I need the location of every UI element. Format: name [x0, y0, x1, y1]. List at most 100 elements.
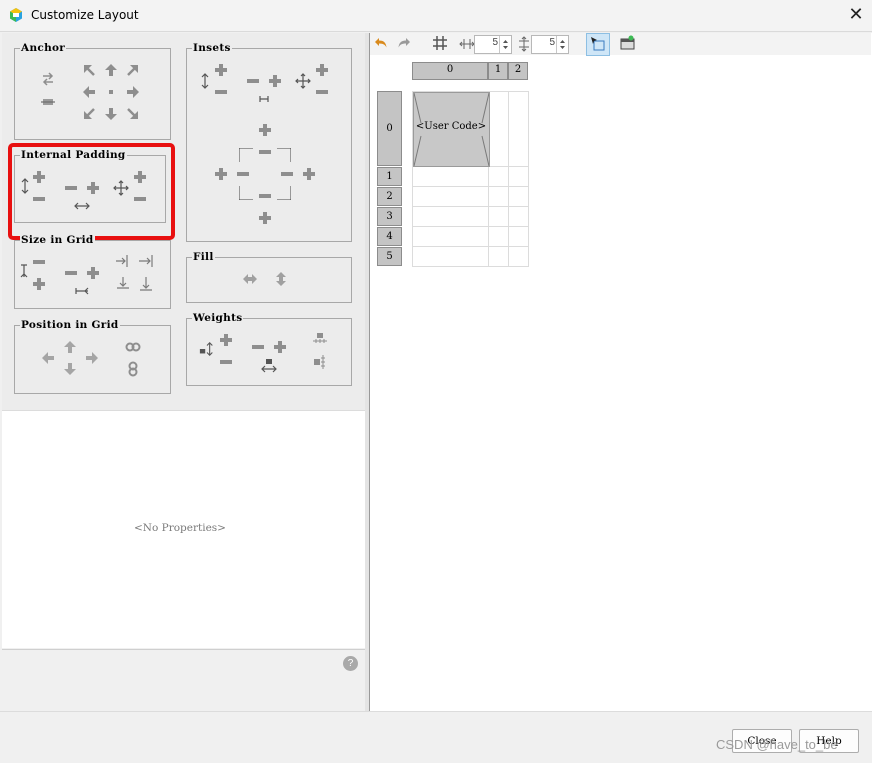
row-header-0[interactable]: 0 [377, 91, 402, 166]
grid-line [412, 246, 529, 247]
anchor-center-icon[interactable] [103, 84, 119, 100]
column-header-1[interactable]: 1 [488, 62, 508, 80]
fill-vertical-icon[interactable] [273, 271, 289, 287]
col-span-icon [74, 283, 90, 299]
inset-bottom-increase-icon[interactable] [257, 210, 273, 226]
fill-group: Fill [186, 251, 352, 303]
inset-vertical-icon [197, 73, 213, 89]
anchor-southeast-icon[interactable] [125, 106, 141, 122]
fill-horizontal-icon[interactable] [242, 271, 258, 287]
weights-group-title: Weights [192, 312, 244, 324]
no-properties-label: <No Properties> [134, 522, 226, 534]
grid-line [412, 226, 529, 227]
anchor-northeast-icon[interactable] [125, 62, 141, 78]
anchor-southwest-icon[interactable] [81, 106, 97, 122]
row-span-icon [16, 263, 32, 279]
inset-vertical-increase-icon[interactable] [213, 62, 229, 78]
vertical-gap-icon [516, 36, 532, 52]
size-in-grid-group-title: Size in Grid [20, 234, 95, 246]
baseline-anchor-icon[interactable] [40, 94, 56, 110]
inset-right-decrease-icon[interactable] [279, 166, 295, 182]
move-right-icon[interactable] [84, 350, 100, 366]
grid-line [412, 266, 529, 267]
inset-right-increase-icon[interactable] [301, 166, 317, 182]
show-grid-icon[interactable] [432, 35, 448, 51]
horizontal-weight-decrease-icon[interactable] [250, 339, 266, 355]
position-in-grid-group: Position in Grid [14, 319, 171, 394]
vertical-weight-decrease-icon[interactable] [218, 354, 234, 370]
fill-remaining-rows-icon[interactable] [115, 276, 131, 292]
swap-horizontal-icon[interactable] [125, 339, 141, 355]
anchor-group: Anchor [14, 42, 171, 140]
anchor-west-icon[interactable] [81, 84, 97, 100]
move-down-icon[interactable] [62, 361, 78, 377]
row-header-1[interactable]: 1 [377, 167, 402, 186]
inset-top-decrease-icon[interactable] [257, 144, 273, 160]
grid-component-label: <User Code> [415, 121, 487, 132]
vertical-gap-spin-arrows-icon[interactable] [556, 36, 568, 53]
fill-group-title: Fill [192, 251, 215, 263]
undo-icon[interactable] [373, 35, 389, 51]
position-in-grid-group-title: Position in Grid [20, 319, 120, 331]
horizontal-weight-increase-icon[interactable] [272, 339, 288, 355]
help-panel [2, 649, 365, 710]
fill-last-row-icon[interactable] [138, 276, 154, 292]
baseline-toggle-icon[interactable] [40, 71, 56, 87]
inset-left-decrease-icon[interactable] [235, 166, 251, 182]
move-up-icon[interactable] [62, 339, 78, 355]
move-left-icon[interactable] [40, 350, 56, 366]
col-span-decrease-icon[interactable] [63, 265, 79, 281]
redo-icon[interactable] [396, 35, 412, 51]
vertical-weight-icon [199, 341, 215, 357]
insets-group: Insets [186, 42, 352, 242]
column-header-2[interactable]: 2 [508, 62, 528, 80]
preview-icon[interactable] [620, 35, 636, 51]
anchor-group-title: Anchor [20, 42, 67, 54]
fill-remaining-columns-icon[interactable] [115, 253, 131, 269]
weights-group: Weights [186, 312, 352, 386]
column-header-0[interactable]: 0 [412, 62, 488, 80]
vertical-weight-distribute-icon[interactable] [312, 354, 328, 370]
grid-line [412, 186, 529, 187]
inset-vertical-decrease-icon[interactable] [213, 84, 229, 100]
horizontal-gap-value: 5 [492, 37, 498, 48]
inset-all-decrease-icon[interactable] [314, 84, 330, 100]
fill-last-column-icon[interactable] [138, 253, 154, 269]
select-tool-button[interactable] [586, 33, 610, 56]
row-span-increase-icon[interactable] [31, 276, 47, 292]
inset-bottom-decrease-icon[interactable] [257, 188, 273, 204]
horizontal-gap-spinner[interactable]: 5 [474, 35, 512, 54]
vertical-gap-spinner[interactable]: 5 [531, 35, 569, 54]
inset-horizontal-increase-icon[interactable] [267, 73, 283, 89]
inset-top-increase-icon[interactable] [257, 122, 273, 138]
inset-all-increase-icon[interactable] [314, 62, 330, 78]
horizontal-weight-distribute-icon[interactable] [312, 331, 328, 347]
anchor-north-icon[interactable] [103, 62, 119, 78]
horizontal-gap-spin-arrows-icon[interactable] [499, 36, 511, 53]
row-span-decrease-icon[interactable] [31, 254, 47, 270]
window-close-icon[interactable]: ✕ [846, 4, 866, 24]
horizontal-weight-icon [261, 358, 277, 374]
anchor-east-icon[interactable] [125, 84, 141, 100]
anchor-northwest-icon[interactable] [81, 62, 97, 78]
row-header-5[interactable]: 5 [377, 247, 402, 266]
inset-left-increase-icon[interactable] [213, 166, 229, 182]
highlight-annotation-box [8, 143, 175, 240]
watermark-text: CSDN @have_to_be [716, 737, 838, 752]
row-header-3[interactable]: 3 [377, 207, 402, 226]
inset-all-icon [295, 73, 311, 89]
inset-horizontal-decrease-icon[interactable] [245, 73, 261, 89]
window-title: Customize Layout [31, 8, 139, 22]
grid-line [412, 206, 529, 207]
select-arrow-icon [590, 36, 606, 52]
inset-horizontal-icon [256, 91, 272, 107]
grid-line [528, 91, 529, 266]
help-question-icon[interactable]: ? [343, 656, 358, 671]
insets-group-title: Insets [192, 42, 232, 54]
anchor-south-icon[interactable] [103, 106, 119, 122]
vertical-weight-increase-icon[interactable] [218, 332, 234, 348]
row-header-4[interactable]: 4 [377, 227, 402, 246]
col-span-increase-icon[interactable] [85, 265, 101, 281]
swap-vertical-icon[interactable] [125, 361, 141, 377]
row-header-2[interactable]: 2 [377, 187, 402, 206]
